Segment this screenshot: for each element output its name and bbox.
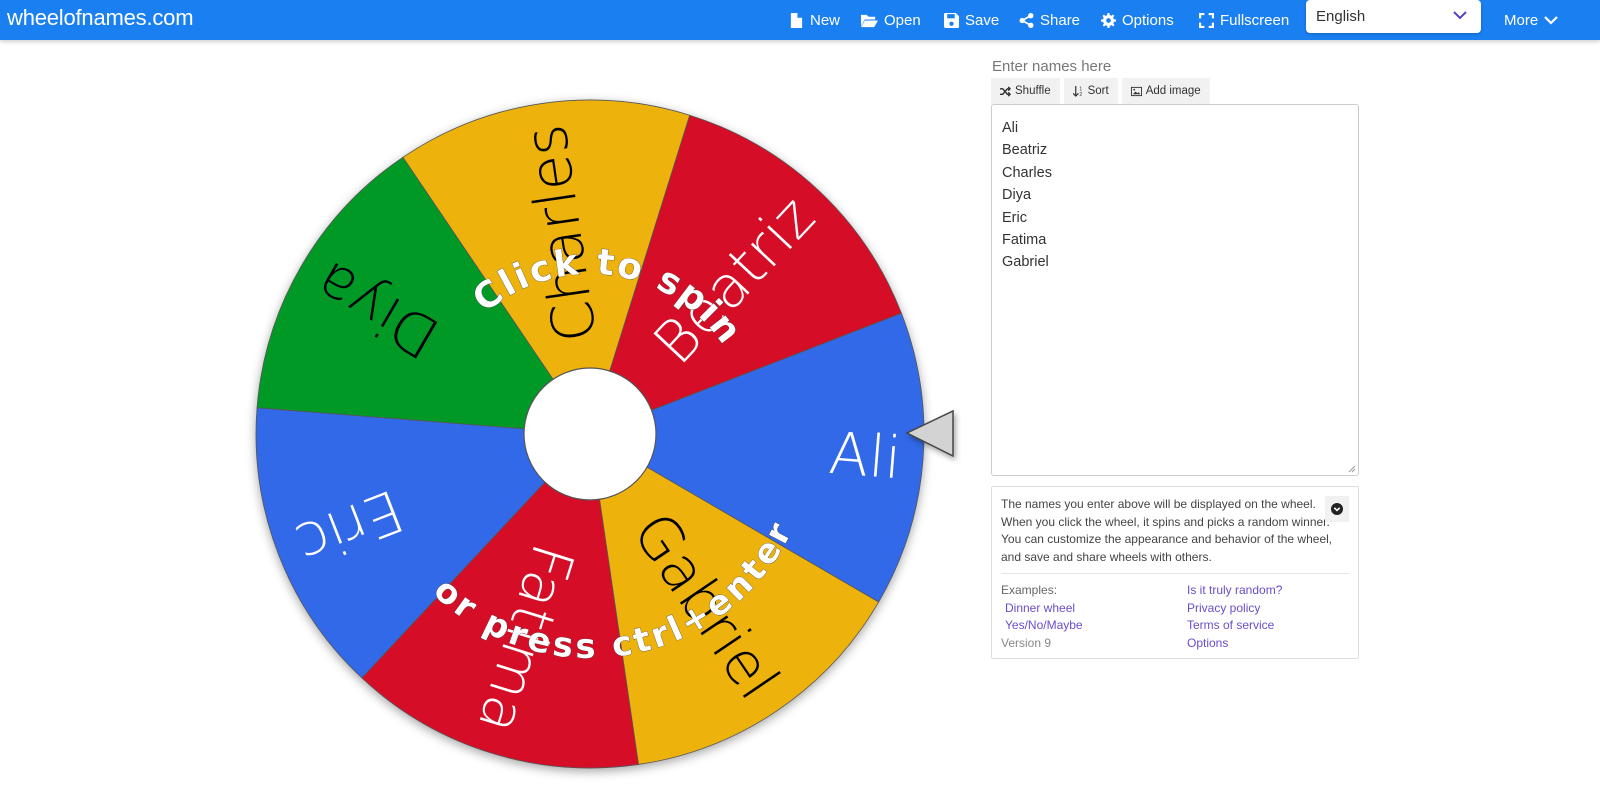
- chevron-circle-down-icon: [1331, 503, 1343, 515]
- more-menu-button[interactable]: More: [1504, 7, 1558, 33]
- language-value: English: [1316, 8, 1366, 25]
- options-button[interactable]: Options: [1101, 7, 1174, 33]
- save-icon: [944, 12, 959, 28]
- wheel-center-hub[interactable]: [523, 367, 657, 501]
- more-label: More: [1504, 11, 1539, 29]
- examples-label: Examples:: [1001, 582, 1058, 597]
- privacy-policy-link[interactable]: Privacy policy: [1187, 600, 1347, 618]
- version-label: Version 9: [1001, 636, 1052, 651]
- new-label: New: [810, 11, 841, 29]
- file-icon: [790, 12, 803, 28]
- names-list: Ali Beatriz Charles Diya Eric Fatima Gabriel: [1002, 117, 1348, 274]
- shuffle-label: Shuffle: [1015, 85, 1051, 97]
- brand-logo[interactable]: wheelofnames.com: [7, 5, 194, 31]
- names-panel: Enter names here Shuffle 12 Sort Add ima…: [991, 56, 1361, 659]
- wheel-container[interactable]: Ali Beatriz Charles Diya Eric Fatima Gabriel C…: [240, 84, 954, 784]
- resize-handle-icon[interactable]: [1348, 465, 1356, 473]
- info-description: The names you enter above will be displa…: [1001, 497, 1333, 565]
- share-icon: [1019, 12, 1034, 28]
- name-entry[interactable]: Diya: [1002, 184, 1348, 206]
- sort-icon: 12: [1072, 85, 1082, 97]
- chevron-down-icon: [1544, 16, 1558, 25]
- wheel-label-ali: Ali: [827, 419, 904, 492]
- name-entry[interactable]: Beatriz: [1002, 139, 1348, 161]
- new-button[interactable]: New: [789, 7, 840, 33]
- open-button[interactable]: Open: [861, 7, 921, 33]
- dinner-wheel-link[interactable]: Dinner wheel: [1001, 600, 1187, 618]
- fullscreen-button[interactable]: Fullscreen: [1199, 7, 1289, 33]
- shuffle-icon: [1000, 85, 1011, 97]
- names-textarea[interactable]: Ali Beatriz Charles Diya Eric Fatima Gabriel: [991, 104, 1359, 476]
- gear-icon: [1101, 12, 1116, 28]
- navbar: wheelofnames.com New Open Save Share Opt…: [0, 0, 1600, 40]
- name-entry[interactable]: Charles: [1002, 162, 1348, 184]
- language-select[interactable]: English: [1306, 0, 1481, 33]
- open-label: Open: [884, 11, 921, 29]
- name-entry[interactable]: Fatima: [1002, 229, 1348, 251]
- enter-names-label: Enter names here: [992, 58, 1112, 75]
- is-it-random-link[interactable]: Is it truly random?: [1187, 582, 1347, 600]
- info-links: Examples: Is it truly random? Dinner whe…: [1001, 582, 1349, 653]
- terms-of-service-link[interactable]: Terms of service: [1187, 617, 1347, 635]
- sort-button[interactable]: 12 Sort: [1063, 78, 1118, 104]
- save-button[interactable]: Save: [944, 7, 999, 33]
- sort-label: Sort: [1087, 85, 1109, 97]
- fullscreen-icon: [1199, 12, 1214, 28]
- names-toolbar: Shuffle 12 Sort Add image: [991, 78, 1361, 104]
- svg-text:2: 2: [1079, 92, 1082, 97]
- name-entry[interactable]: Eric: [1002, 207, 1348, 229]
- name-entry[interactable]: Gabriel: [1002, 251, 1348, 273]
- share-button[interactable]: Share: [1019, 7, 1080, 33]
- options-label: Options: [1122, 11, 1174, 29]
- save-label: Save: [965, 11, 1000, 29]
- folder-open-icon: [861, 14, 878, 27]
- spin-wheel[interactable]: AliBeatrizCharlesDiyaEricFatima Gabriel C…: [240, 84, 954, 784]
- options-link[interactable]: Options: [1187, 635, 1347, 653]
- info-box: The names you enter above will be displa…: [991, 486, 1359, 659]
- info-divider: [1001, 572, 1349, 574]
- fullscreen-label: Fullscreen: [1220, 11, 1290, 29]
- image-icon: [1130, 86, 1142, 96]
- yes-no-maybe-link[interactable]: Yes/No/Maybe: [1001, 617, 1187, 635]
- add-image-button[interactable]: Add image: [1121, 78, 1210, 104]
- share-label: Share: [1040, 11, 1081, 29]
- collapse-info-button[interactable]: [1325, 496, 1349, 522]
- add-image-label: Add image: [1145, 85, 1201, 97]
- chevron-down-icon: [1453, 11, 1467, 20]
- shuffle-button[interactable]: Shuffle: [991, 78, 1060, 104]
- name-entry[interactable]: Ali: [1002, 117, 1348, 139]
